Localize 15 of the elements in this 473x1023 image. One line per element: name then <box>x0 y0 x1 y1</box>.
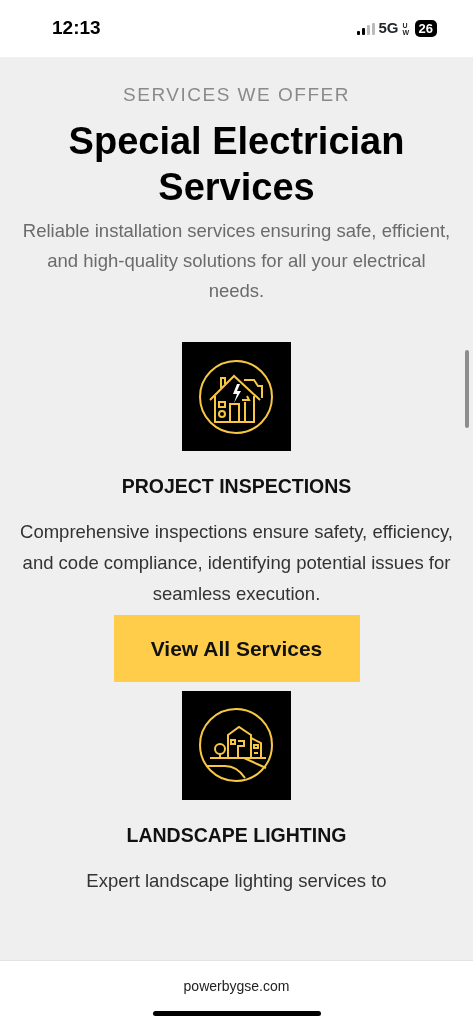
service-title: PROJECT INSPECTIONS <box>120 474 353 498</box>
network-label: 5G <box>378 18 399 39</box>
section-heading: Special Electrician Services <box>67 118 406 210</box>
view-all-services-button[interactable]: View All Services <box>113 614 360 682</box>
section-description: Reliable installation services ensuring safe, efficient, and high-quality solutions for all your electrical needs. <box>21 218 452 303</box>
section-eyebrow: SERVICES WE OFFER <box>122 83 351 107</box>
address-bar-url[interactable]: powerbygse.com <box>183 976 290 997</box>
clock-time: 12:13 <box>52 16 101 41</box>
service-description: Expert landscape lighting services to <box>85 869 388 894</box>
service-description: Comprehensive inspections ensure safety, efficiency, and code compliance, identifying potential issues for seamless execution. <box>19 519 454 606</box>
battery-level: 26 <box>414 20 437 37</box>
house-lightning-icon <box>182 341 291 451</box>
service-title: LANDSCAPE LIGHTING <box>125 823 348 848</box>
signal-icon <box>356 22 375 35</box>
house-tree-icon <box>182 690 291 800</box>
